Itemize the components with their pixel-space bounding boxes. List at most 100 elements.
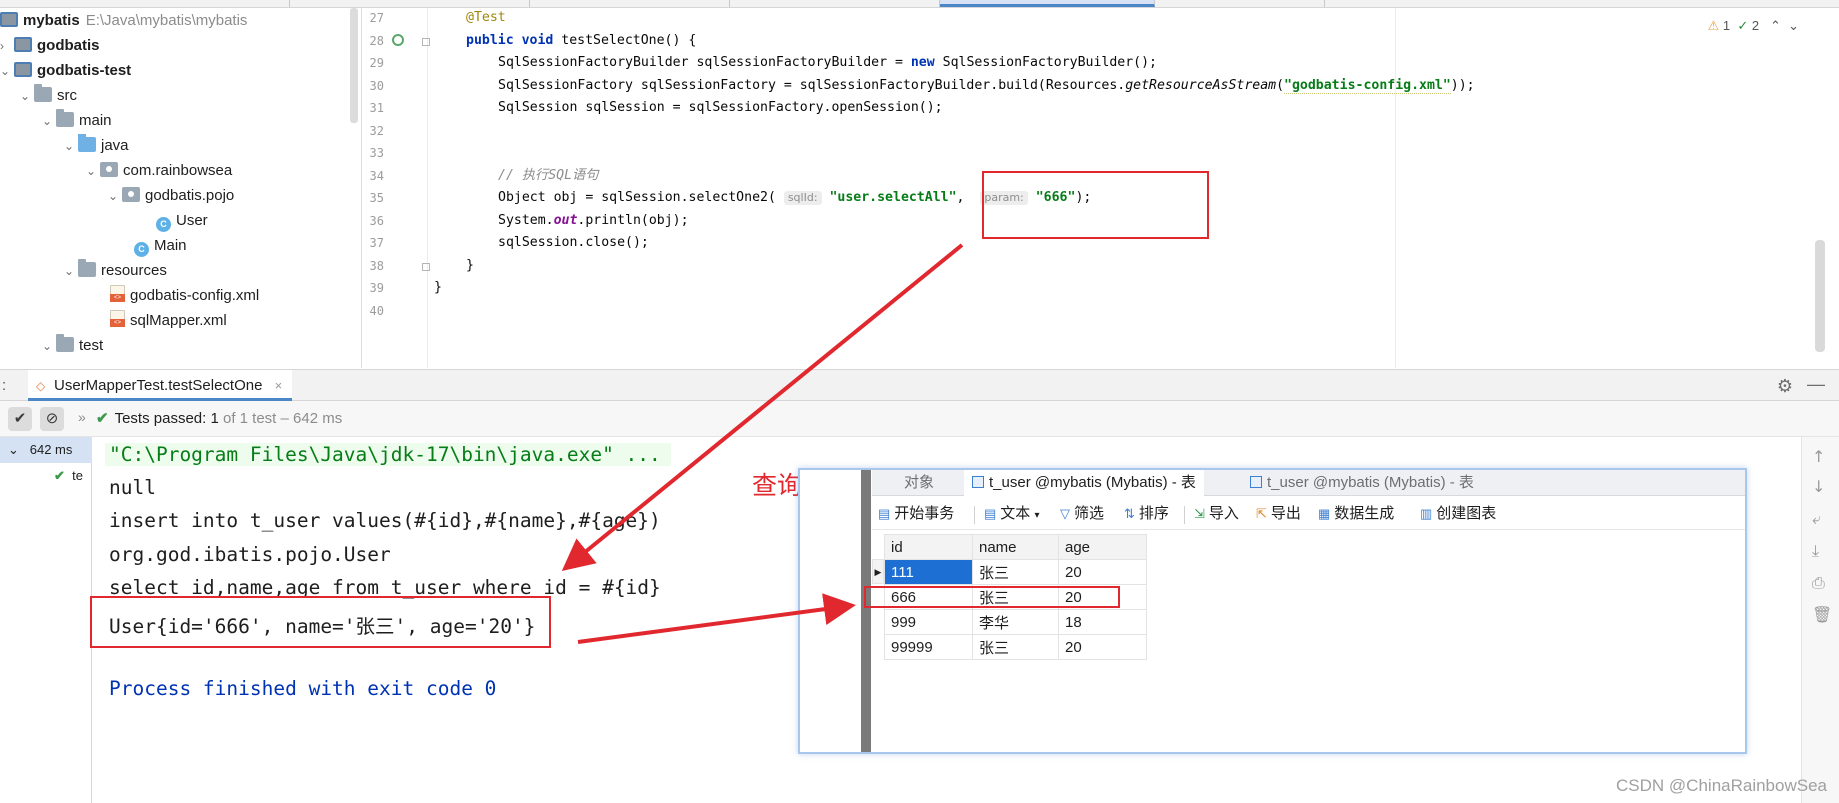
chevron-down-icon[interactable]: ⌄ [108, 184, 122, 209]
import-button[interactable]: ⇲ 导入 [1194, 498, 1239, 530]
close-icon[interactable]: × [275, 378, 283, 393]
chevron-down-icon[interactable]: ⌄ [42, 109, 56, 134]
cell-age[interactable]: 18 [1058, 609, 1147, 635]
run-test-gutter-icon[interactable] [392, 34, 404, 46]
chevron-down-icon[interactable]: ⌄ [64, 259, 78, 284]
cell-id[interactable]: 111 [884, 559, 973, 585]
button-label: 开始事务 [894, 505, 955, 522]
code-text: ( [1276, 78, 1285, 93]
tab-t-user[interactable]: t_user @mybatis (Mybatis) - 表 [1242, 470, 1482, 496]
arrow-up-icon[interactable]: ↑ [1812, 447, 1825, 466]
tab-run-usermappertest[interactable]: ◇ UserMapperTest.testSelectOne × [28, 370, 293, 401]
tab-strip-segment[interactable] [730, 0, 940, 7]
column-header-id[interactable]: id [884, 534, 973, 560]
data-generation-button[interactable]: ▦ 数据生成 [1318, 498, 1394, 530]
arrow-down-icon[interactable]: ↓ [1812, 477, 1825, 496]
tree-item-resources[interactable]: ⌄ resources [64, 258, 167, 283]
passed-check-icon: ✔ [54, 468, 65, 483]
cell-name[interactable]: 张三 [972, 634, 1059, 660]
tree-item-label: godbatis-test [37, 62, 132, 79]
tree-item-main[interactable]: ⌄ main [42, 108, 112, 133]
soft-wrap-icon[interactable]: ⤶ [1812, 509, 1821, 529]
trash-icon[interactable]: 🗑 [1812, 605, 1832, 624]
keyword-token: void [521, 33, 554, 48]
tab-strip-active-segment[interactable] [940, 0, 1155, 7]
chevron-down-icon[interactable]: ⌄ [64, 134, 78, 159]
column-header-name[interactable]: name [972, 534, 1059, 560]
create-chart-button[interactable]: ▥ 创建图表 [1420, 498, 1496, 530]
tree-item-package[interactable]: ⌄ com.rainbowsea [86, 158, 232, 183]
chevron-up-icon[interactable]: ⌃ [1770, 18, 1781, 33]
cell-id[interactable]: 999 [884, 609, 973, 635]
chevron-down-icon[interactable]: ⌄ [0, 59, 14, 84]
project-scrollbar[interactable] [350, 8, 358, 123]
table-row[interactable]: 111 张三 20 [884, 559, 1147, 585]
button-label: 文本 [1000, 505, 1031, 522]
chevron-down-icon[interactable]: ⌄ [8, 442, 19, 457]
tree-item-user-class[interactable]: C User [156, 208, 208, 233]
tree-item-sqlmapper-xml[interactable]: sqlMapper.xml [110, 308, 227, 333]
test-child-row[interactable]: ✔ te [54, 463, 83, 489]
show-ignored-button[interactable]: ⊘ [40, 407, 64, 431]
editor-scrollbar[interactable] [1815, 240, 1825, 352]
table-row[interactable]: 999 李华 18 [884, 609, 1147, 635]
cell-name[interactable]: 张三 [972, 559, 1059, 585]
cell-age[interactable]: 20 [1058, 559, 1147, 585]
cell-id[interactable]: 99999 [884, 634, 973, 660]
console-side-toolbar: ↑ ↓ ⤶ ⤓ ⎙ 🗑 [1801, 437, 1839, 803]
cell-age[interactable]: 20 [1058, 634, 1147, 660]
tree-item-src[interactable]: ⌄ src [20, 83, 77, 108]
chevron-down-icon[interactable]: ⌄ [1788, 18, 1799, 33]
text-button[interactable]: ▤ 文本 ▾ [984, 498, 1040, 532]
resources-folder-icon [78, 259, 96, 277]
import-icon: ⇲ [1194, 506, 1205, 521]
fold-marker-icon[interactable] [422, 38, 430, 46]
navicat-side-strip [861, 470, 871, 752]
tree-item-godbatis[interactable]: › godbatis [0, 33, 100, 58]
filter-button[interactable]: ▽ 筛选 [1060, 498, 1104, 530]
tree-item-pojo[interactable]: ⌄ godbatis.pojo [108, 183, 234, 208]
sort-button[interactable]: ⇅ 排序 [1124, 498, 1169, 530]
test-root-row[interactable]: ⌄ 642 ms [0, 437, 92, 463]
tab-objects[interactable]: 对象 [880, 470, 958, 496]
chevron-down-icon[interactable]: ⌄ [42, 334, 56, 359]
inspection-widget[interactable]: ⚠ 1 ✓ 2 ⌃ ⌄ [1708, 18, 1799, 34]
parameter-hint: sqlId: [783, 191, 822, 205]
scroll-to-end-icon[interactable]: ⤓ [1812, 541, 1819, 561]
chevron-right-icon[interactable]: › [0, 34, 14, 59]
code-text: , [956, 190, 981, 205]
gear-icon[interactable]: ⚙ [1777, 376, 1793, 397]
tree-item-config-xml[interactable]: godbatis-config.xml [110, 283, 259, 308]
tab-strip-segment[interactable] [0, 0, 290, 7]
button-label: 导入 [1208, 505, 1239, 522]
table-row[interactable]: 99999 张三 20 [884, 634, 1147, 660]
warning-count: 1 [1722, 18, 1731, 33]
print-icon[interactable]: ⎙ [1812, 573, 1825, 593]
tree-item-main-class[interactable]: C Main [134, 233, 187, 258]
line-number: 40 [369, 304, 384, 318]
button-label: 筛选 [1074, 505, 1105, 522]
minimize-icon[interactable]: — [1807, 374, 1825, 395]
column-header-age[interactable]: age [1058, 534, 1147, 560]
chevron-down-icon[interactable]: ⌄ [86, 159, 100, 184]
tree-item-java[interactable]: ⌄ java [64, 133, 129, 158]
tab-strip-segment[interactable] [1155, 0, 1325, 7]
fold-marker-icon[interactable] [422, 263, 430, 271]
more-chevron-icon[interactable]: » [78, 409, 86, 425]
show-passed-button[interactable]: ✔ [8, 407, 32, 431]
tree-item-godbatis-test[interactable]: ⌄ godbatis-test [0, 58, 131, 83]
tab-t-user-active[interactable]: t_user @mybatis (Mybatis) - 表 [964, 470, 1204, 496]
code-text: SqlSession sqlSession = sqlSessionFactor… [498, 100, 943, 115]
console-command-line[interactable]: "C:\Program Files\Java\jdk-17\bin\java.e… [105, 443, 671, 466]
chevron-down-icon[interactable]: ⌄ [20, 84, 34, 109]
begin-transaction-button[interactable]: ▤ 开始事务 [878, 498, 954, 530]
tree-item-test[interactable]: ⌄ test [42, 333, 103, 358]
export-button[interactable]: ⇱ 导出 [1256, 498, 1301, 530]
dropdown-arrow-icon: ▾ [1034, 510, 1040, 521]
tab-strip-segment[interactable] [530, 0, 730, 7]
cell-name[interactable]: 李华 [972, 609, 1059, 635]
code-text: SqlSessionFactoryBuilder(); [934, 55, 1157, 70]
code-line-38: } [466, 257, 474, 275]
tab-strip-segment[interactable] [290, 0, 530, 7]
tree-root[interactable]: mybatis E:\Java\mybatis\mybatis [0, 8, 247, 33]
